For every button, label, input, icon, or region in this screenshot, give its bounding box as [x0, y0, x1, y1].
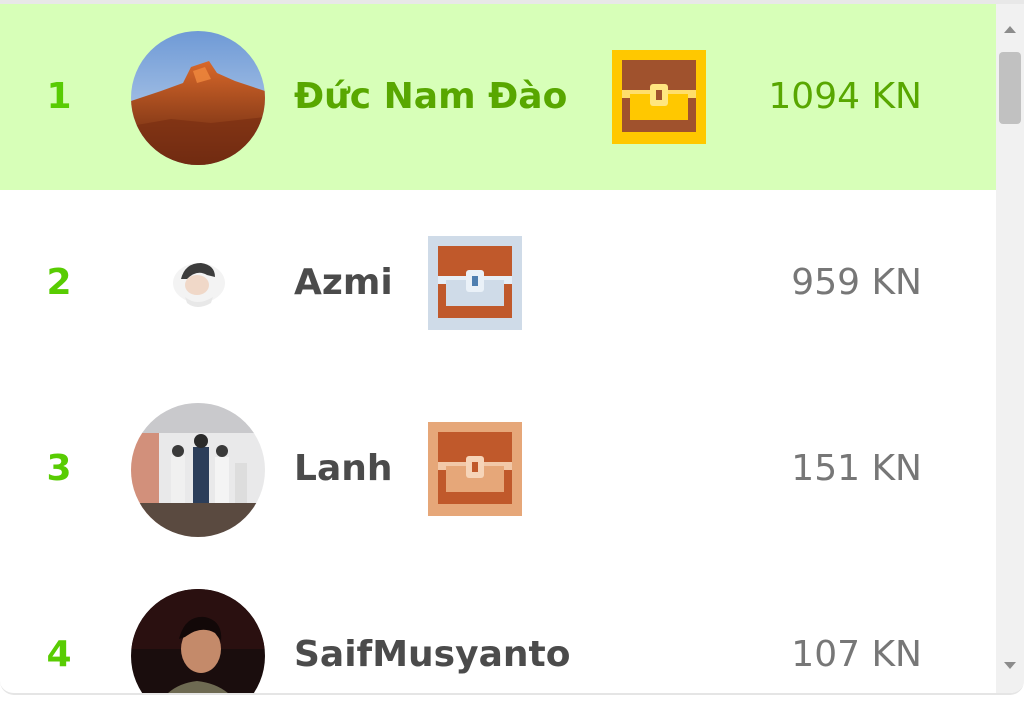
avatar[interactable]: [131, 217, 265, 351]
xp-score: 959 KN: [791, 262, 922, 303]
username[interactable]: SaifMusyanto: [294, 562, 570, 693]
rank-number: 3: [46, 448, 72, 489]
leaderboard-row-current-user[interactable]: 1 Đức Nam Đào 1094 KN: [0, 4, 996, 190]
leaderboard-panel: 1 Đức Nam Đào 1094 KN 2 Azmi 959 KN 3 La…: [0, 0, 1024, 695]
leaderboard-row[interactable]: 4 SaifMusyanto 107 KN: [0, 562, 996, 693]
avatar[interactable]: [131, 403, 265, 537]
username[interactable]: Azmi: [294, 190, 393, 376]
rank-number: 1: [46, 76, 72, 117]
rank-number: 4: [46, 634, 72, 675]
rank-number: 2: [46, 262, 72, 303]
scroll-down-arrow-icon[interactable]: [1004, 662, 1016, 669]
avatar-image-person: [131, 217, 265, 351]
avatar[interactable]: [131, 31, 265, 165]
avatar-image-group-photo: [131, 403, 265, 537]
avatar-image-landscape: [131, 31, 265, 165]
xp-score: 1094 KN: [768, 76, 922, 117]
leaderboard-row[interactable]: 2 Azmi 959 KN: [0, 190, 996, 376]
gold-chest-icon: [612, 50, 706, 144]
vertical-scrollbar[interactable]: [996, 4, 1024, 693]
silver-chest-icon: [428, 236, 522, 330]
avatar[interactable]: [131, 589, 265, 693]
xp-score: 151 KN: [791, 448, 922, 489]
scrollbar-thumb[interactable]: [999, 52, 1021, 124]
avatar-image-portrait: [131, 589, 265, 693]
bronze-chest-icon: [428, 422, 522, 516]
leaderboard-row[interactable]: 3 Lanh 151 KN: [0, 376, 996, 562]
xp-score: 107 KN: [791, 634, 922, 675]
scroll-up-arrow-icon[interactable]: [1004, 26, 1016, 33]
username[interactable]: Lanh: [294, 376, 393, 562]
username[interactable]: Đức Nam Đào: [294, 4, 567, 190]
leaderboard-list[interactable]: 1 Đức Nam Đào 1094 KN 2 Azmi 959 KN 3 La…: [0, 4, 996, 693]
